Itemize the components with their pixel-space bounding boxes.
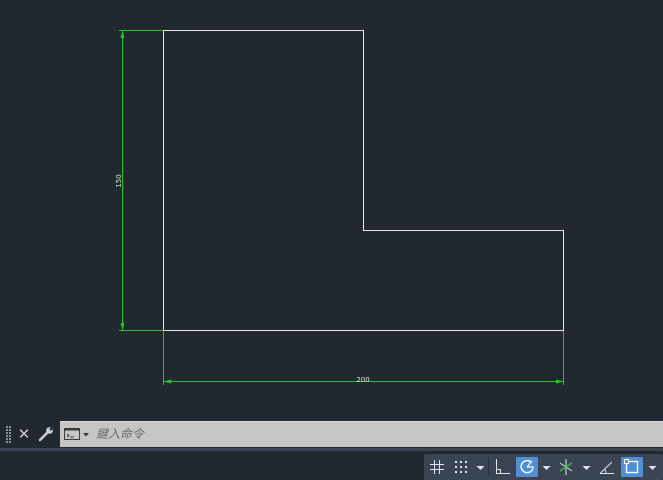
ortho-mode-button[interactable]: [492, 457, 512, 477]
polar-tracking-icon: [520, 460, 534, 474]
isodraft-button[interactable]: [556, 457, 576, 477]
command-input[interactable]: [96, 424, 656, 444]
dim-arrow-left: [163, 379, 171, 384]
ortho-icon: [496, 459, 510, 474]
object-snap-button[interactable]: [621, 457, 643, 477]
vertical-dimension[interactable]: 150: [115, 30, 163, 331]
object-snap-icon: [624, 459, 639, 474]
grip-handle-icon[interactable]: [6, 426, 12, 443]
tray-separator: [488, 458, 489, 476]
angle-icon: [599, 461, 614, 474]
chevron-down-icon[interactable]: [541, 457, 552, 477]
command-input-box: [60, 421, 663, 447]
chevron-down-icon[interactable]: [581, 457, 592, 477]
dim-arrow-bottom: [120, 323, 125, 331]
status-toggle-tray: [424, 454, 663, 480]
dim-text-horizontal: 200: [356, 376, 369, 384]
snap-mode-button[interactable]: [451, 457, 471, 477]
l-shape-outline[interactable]: [163, 30, 564, 331]
dim-arrow-top: [120, 30, 125, 38]
command-line-bar: ✕: [0, 421, 663, 448]
dim-arrow-right: [556, 379, 564, 384]
horizontal-dimension[interactable]: 200: [163, 331, 564, 385]
grid-icon: [430, 460, 444, 474]
chevron-down-icon[interactable]: [475, 457, 486, 477]
snap-dots-icon: [455, 461, 467, 473]
command-history-icon[interactable]: [63, 426, 93, 443]
dim-text-vertical: 150: [115, 174, 123, 187]
wrench-icon[interactable]: [37, 425, 55, 443]
grid-display-button[interactable]: [427, 457, 447, 477]
status-bar: [0, 451, 663, 480]
drawing-canvas[interactable]: 150 200: [0, 0, 663, 420]
object-snap-tracking-button[interactable]: [597, 457, 617, 477]
polar-tracking-button[interactable]: [516, 457, 538, 477]
chevron-down-icon: [83, 433, 89, 437]
chevron-down-icon[interactable]: [647, 457, 658, 477]
isometric-icon: [559, 459, 573, 475]
close-icon[interactable]: ✕: [16, 425, 32, 443]
